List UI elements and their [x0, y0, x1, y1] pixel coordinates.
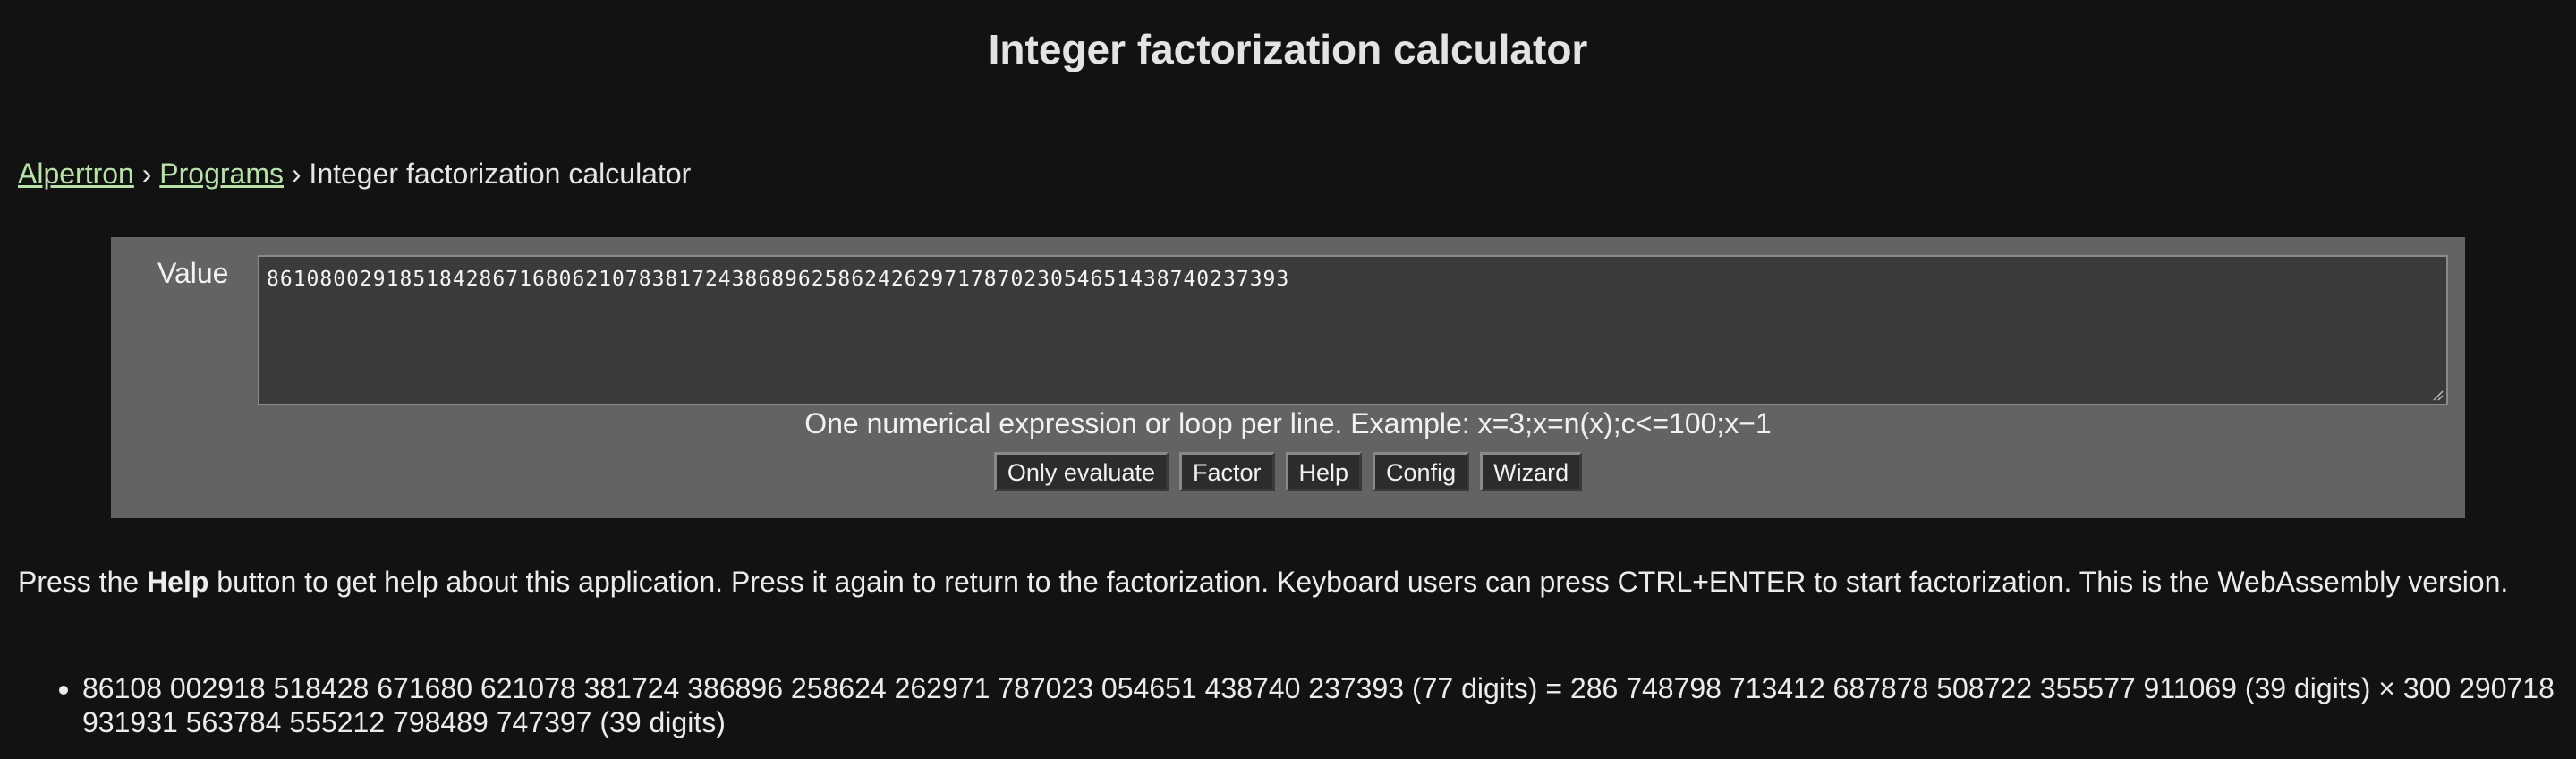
resize-grip-icon[interactable] [2431, 388, 2444, 401]
help-text-after: button to get help about this applicatio… [208, 566, 2509, 598]
only-evaluate-button[interactable]: Only evaluate [993, 452, 1169, 491]
breadcrumb-link-programs[interactable]: Programs [159, 158, 284, 190]
help-paragraph: Press the Help button to get help about … [18, 562, 2508, 601]
result-line-2: 931931 563784 555212 798489 747397 (39 d… [82, 706, 726, 738]
input-hint: One numerical expression or loop per lin… [804, 407, 1772, 439]
button-bar: Only evaluate Factor Help Config Wizard [111, 452, 2465, 491]
breadcrumb-current: Integer factorization calculator [309, 158, 692, 190]
page-title: Integer factorization calculator [988, 26, 1588, 72]
wizard-button[interactable]: Wizard [1480, 452, 1583, 491]
breadcrumb: Alpertron › Programs › Integer factoriza… [18, 154, 691, 193]
input-panel: Value 8610800291851842867168062107838172… [111, 237, 2465, 518]
factor-button[interactable]: Factor [1178, 452, 1275, 491]
breadcrumb-separator: › [291, 158, 302, 190]
breadcrumb-link-alpertron[interactable]: Alpertron [18, 158, 134, 190]
help-button[interactable]: Help [1285, 452, 1363, 491]
help-text-bold: Help [147, 566, 209, 598]
breadcrumb-separator: › [141, 158, 152, 190]
config-button[interactable]: Config [1373, 452, 1470, 491]
results-list: 86108 002918 518428 671680 621078 381724… [47, 671, 2576, 739]
result-item: 86108 002918 518428 671680 621078 381724… [82, 671, 2576, 739]
value-label: Value [157, 257, 229, 289]
value-textarea[interactable]: 8610800291851842867168062107838172438689… [258, 255, 2448, 405]
value-text: 8610800291851842867168062107838172438689… [267, 268, 1290, 291]
result-line-1: 86108 002918 518428 671680 621078 381724… [82, 672, 2555, 704]
help-text-before: Press the [18, 566, 148, 598]
